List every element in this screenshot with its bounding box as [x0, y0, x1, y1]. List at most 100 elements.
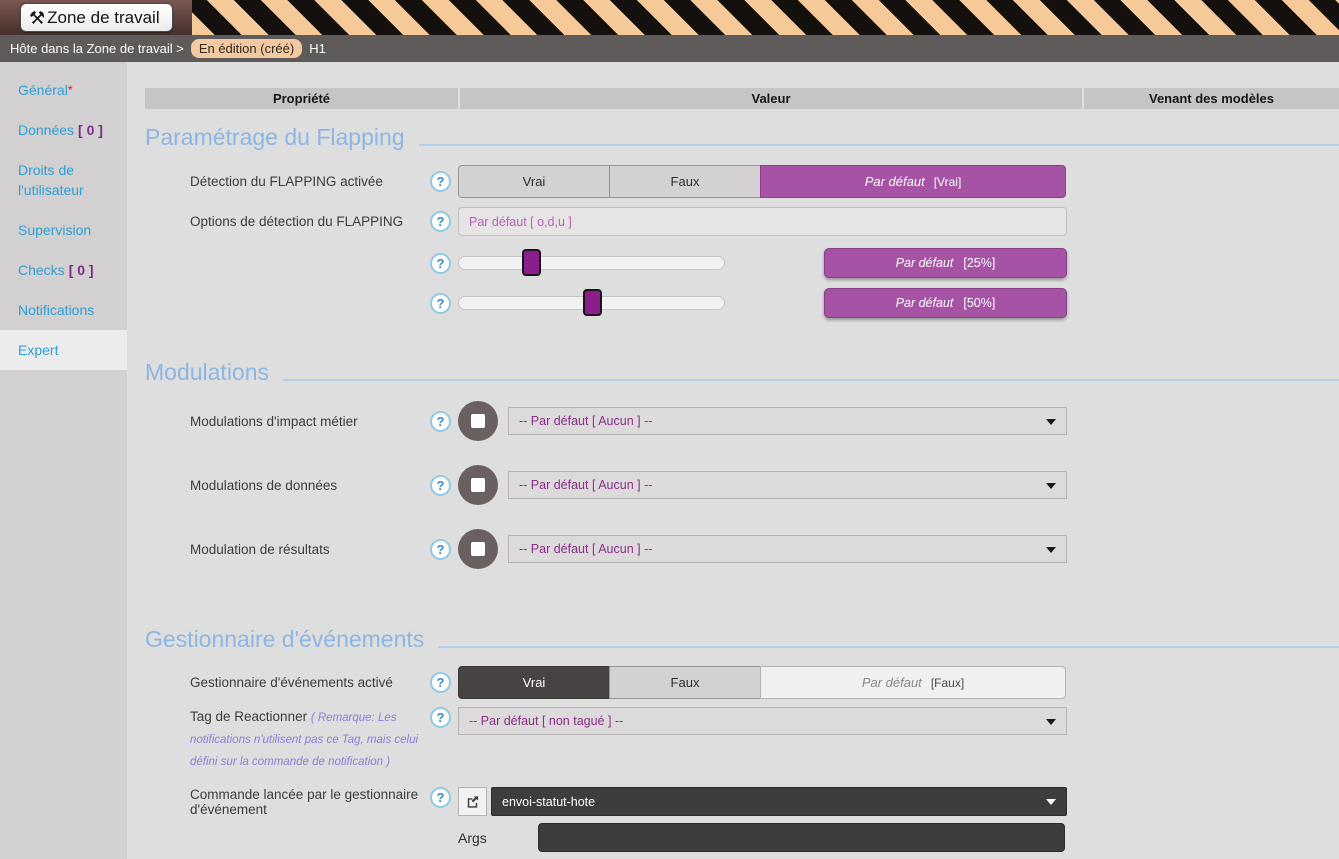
args-label: Args — [458, 830, 538, 846]
high-threshold-default-button[interactable]: Par défaut [50%] — [824, 288, 1067, 318]
table-header: Propriété Valeur Venant des modèles — [145, 88, 1339, 109]
tristate-event-handler: Vrai Faux Par défaut [Faux] — [458, 666, 1067, 699]
clear-selection-icon[interactable] — [458, 465, 498, 505]
data-modulation-select[interactable]: -- Par défaut [ Aucun ] -- — [508, 471, 1067, 499]
select-value: -- Par défaut [ Aucun ] -- — [519, 478, 652, 492]
section-title-text: Gestionnaire d'événements — [145, 626, 424, 653]
help-icon[interactable]: ? — [430, 787, 451, 808]
section-rule — [283, 379, 1339, 381]
select-value: envoi-statut-hote — [502, 795, 595, 809]
sidebar-item-label: Supervision — [18, 222, 91, 238]
breadcrumb-path[interactable]: Hôte dans la Zone de travail > — [10, 41, 184, 56]
row-label: Détection du FLAPPING activée — [190, 174, 430, 189]
workspace-button[interactable]: ⚒ Zone de travail — [20, 3, 173, 32]
clear-selection-icon[interactable] — [458, 529, 498, 569]
row-label: Modulations de données — [190, 478, 430, 493]
section-rule — [438, 646, 1339, 648]
default-value: [Faux] — [931, 676, 964, 690]
help-icon[interactable]: ? — [430, 539, 451, 560]
option-default-button[interactable]: Par défaut [Faux] — [760, 666, 1066, 699]
help-icon[interactable]: ? — [430, 475, 451, 496]
main-panel: Propriété Valeur Venant des modèles Para… — [127, 62, 1339, 859]
results-modulation-select[interactable]: -- Par défaut [ Aucun ] -- — [508, 535, 1067, 563]
slider-handle[interactable] — [583, 289, 602, 316]
section-title-modulations: Modulations — [145, 356, 1339, 386]
section-title-text: Paramétrage du Flapping — [145, 124, 405, 151]
sidebar-item-label: Notifications — [18, 302, 94, 318]
column-header-property: Propriété — [145, 88, 458, 109]
row-label: Commande lancée par le gestionnaire d'év… — [190, 787, 430, 817]
chevron-down-icon — [1046, 547, 1056, 553]
sidebar-item-donnees[interactable]: Données[ 0 ] — [0, 110, 127, 150]
help-icon[interactable]: ? — [430, 171, 451, 192]
slider-handle[interactable] — [522, 249, 541, 276]
high-threshold-slider[interactable] — [458, 296, 725, 310]
hazard-stripe-banner: ⚒ Zone de travail — [0, 0, 1339, 35]
default-value: [25%] — [963, 256, 995, 270]
breadcrumb: Hôte dans la Zone de travail > En éditio… — [0, 35, 1339, 62]
sidebar: Général* Données[ 0 ] Droits de l'utilis… — [0, 62, 127, 859]
command-select[interactable]: envoi-statut-hote — [491, 787, 1067, 816]
section-title-text: Modulations — [145, 359, 269, 386]
help-icon[interactable]: ? — [430, 211, 451, 232]
sidebar-item-notifications[interactable]: Notifications — [0, 290, 127, 330]
count-badge: [ 0 ] — [69, 262, 94, 278]
low-threshold-default-button[interactable]: Par défaut [25%] — [824, 248, 1067, 278]
reactionner-tag-select[interactable]: -- Par défaut [ non tagué ] -- — [458, 707, 1067, 735]
impact-modulation-select[interactable]: -- Par défaut [ Aucun ] -- — [508, 407, 1067, 435]
count-badge: [ 0 ] — [78, 122, 103, 138]
option-false-button[interactable]: Faux — [609, 165, 761, 198]
sidebar-item-general[interactable]: Général* — [0, 70, 127, 110]
section-rule — [419, 144, 1339, 146]
sidebar-item-label: Checks — [18, 262, 65, 278]
row-label: Tag de Reactionner ( Remarque: Les notif… — [190, 707, 430, 773]
status-badge: En édition (créé) — [191, 39, 302, 58]
row-label: Options de détection du FLAPPING — [190, 214, 430, 229]
sidebar-item-label: Données — [18, 122, 74, 138]
sidebar-item-supervision[interactable]: Supervision — [0, 210, 127, 250]
sidebar-item-expert[interactable]: Expert — [0, 330, 127, 370]
select-value: -- Par défaut [ Aucun ] -- — [519, 414, 652, 428]
help-icon[interactable]: ? — [430, 411, 451, 432]
default-label: Par défaut — [862, 675, 922, 690]
tools-icon: ⚒ — [29, 9, 45, 27]
external-link-icon — [465, 794, 480, 809]
row-flapping-options: Options de détection du FLAPPING ? — [145, 207, 1339, 236]
open-command-button[interactable] — [458, 787, 487, 816]
default-label: Par défaut — [865, 174, 925, 189]
workspace-button-label: Zone de travail — [47, 8, 159, 28]
row-flapping-low-threshold: ? Par défaut [25%] — [145, 248, 1339, 278]
column-header-models: Venant des modèles — [1084, 88, 1339, 109]
option-default-button[interactable]: Par défaut [Vrai] — [760, 165, 1066, 198]
select-value: -- Par défaut [ Aucun ] -- — [519, 542, 652, 556]
option-true-button[interactable]: Vrai — [458, 165, 610, 198]
tag-label: Tag de Reactionner — [190, 709, 307, 724]
sidebar-item-label: Expert — [18, 342, 58, 358]
default-value: [50%] — [963, 296, 995, 310]
required-asterisk: * — [68, 83, 73, 97]
clear-selection-icon[interactable] — [458, 401, 498, 441]
help-icon[interactable]: ? — [430, 293, 451, 314]
column-header-value: Valeur — [460, 88, 1082, 109]
flapping-options-input[interactable] — [458, 207, 1067, 236]
help-icon[interactable]: ? — [430, 707, 451, 728]
low-threshold-slider[interactable] — [458, 256, 725, 270]
default-value: [Vrai] — [934, 175, 962, 189]
row-flapping-detection: Détection du FLAPPING activée ? Vrai Fau… — [145, 165, 1339, 198]
args-input[interactable] — [538, 823, 1065, 852]
help-icon[interactable]: ? — [430, 253, 451, 274]
option-true-button[interactable]: Vrai — [458, 666, 610, 699]
row-modulation-impact: Modulations d'impact métier ? -- Par déf… — [145, 401, 1339, 441]
sidebar-item-droits[interactable]: Droits de l'utilisateur — [0, 150, 127, 210]
help-icon[interactable]: ? — [430, 672, 451, 693]
chevron-down-icon — [1046, 799, 1056, 805]
sidebar-item-checks[interactable]: Checks[ 0 ] — [0, 250, 127, 290]
row-flapping-high-threshold: ? Par défaut [50%] — [145, 288, 1339, 318]
option-false-button[interactable]: Faux — [609, 666, 761, 699]
row-event-handler-command: Commande lancée par le gestionnaire d'év… — [145, 787, 1339, 817]
sidebar-item-label: Général — [18, 82, 68, 98]
row-reactionner-tag: Tag de Reactionner ( Remarque: Les notif… — [145, 707, 1339, 773]
row-command-args: Args — [145, 823, 1339, 852]
row-event-handler-enabled: Gestionnaire d'événements activé ? Vrai … — [145, 666, 1339, 699]
tristate-flapping-detection: Vrai Faux Par défaut [Vrai] — [458, 165, 1067, 198]
